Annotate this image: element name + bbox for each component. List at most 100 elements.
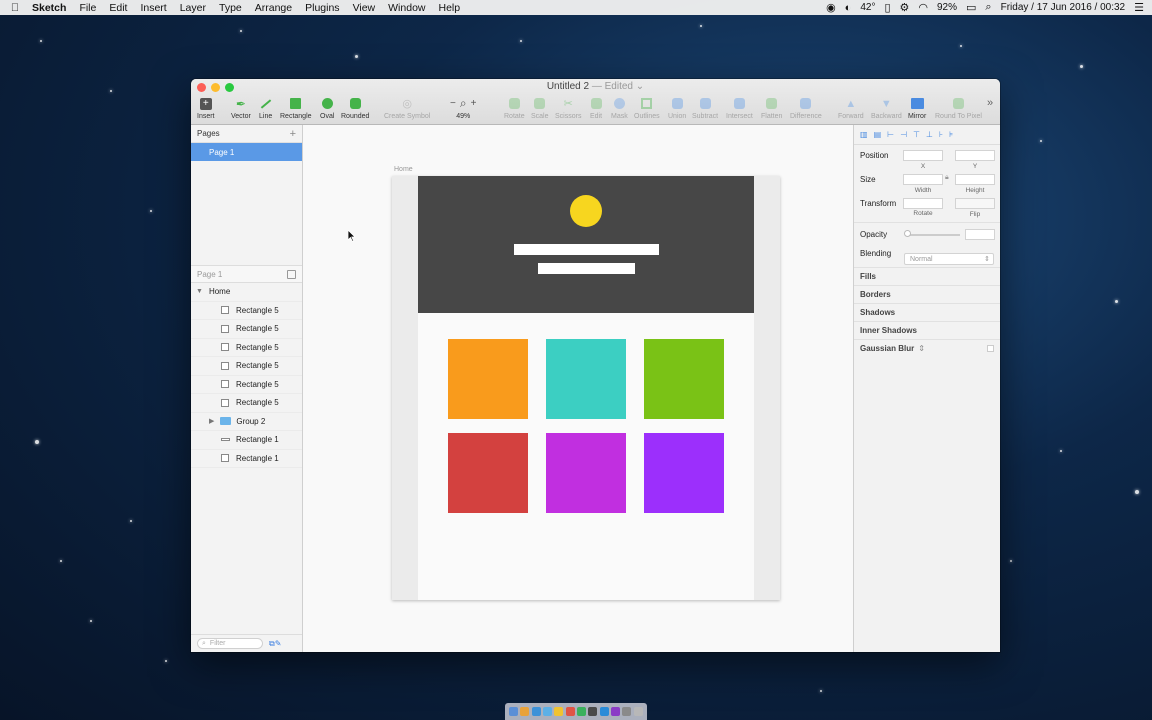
outlines-button[interactable]: Outlines	[634, 95, 660, 120]
settings-icon[interactable]	[622, 707, 632, 716]
edited-status[interactable]: — Edited ⌄	[592, 81, 644, 92]
gear-icon[interactable]: ⚙	[900, 1, 910, 14]
shadows-section[interactable]: Shadows	[854, 303, 1000, 321]
flip-buttons[interactable]	[955, 198, 995, 209]
align-left-icon[interactable]: ⊢	[887, 130, 894, 139]
wifi-icon[interactable]: ◠	[918, 1, 928, 14]
layer-artboard-home[interactable]: ▼ Home	[191, 283, 302, 302]
height-input[interactable]	[955, 174, 995, 185]
zoom-out-icon[interactable]: −	[450, 98, 456, 109]
scale-button[interactable]: Scale	[531, 95, 549, 120]
y-input[interactable]	[955, 150, 995, 161]
subtract-button[interactable]: Subtract	[692, 95, 718, 120]
align-middle-icon[interactable]: ⊦	[939, 130, 943, 139]
notification-center-icon[interactable]: ☰	[1134, 1, 1144, 14]
layer-row-group[interactable]: ▶ Group 2	[191, 413, 302, 431]
opacity-input[interactable]	[965, 229, 995, 240]
menu-view[interactable]: View	[353, 2, 376, 14]
mail-icon[interactable]	[543, 707, 553, 716]
backward-button[interactable]: ▼ Backward	[871, 95, 902, 121]
oval-button[interactable]: Oval	[320, 95, 334, 120]
fills-section[interactable]: Fills	[854, 267, 1000, 285]
canvas[interactable]: Home	[303, 125, 853, 652]
messages-icon[interactable]	[577, 707, 587, 716]
line-button[interactable]: Line	[259, 95, 272, 120]
menu-file[interactable]: File	[79, 2, 96, 14]
align-top-icon[interactable]: ⊥	[926, 130, 933, 139]
add-page-icon[interactable]: +	[290, 128, 296, 140]
zoom-in-icon[interactable]: +	[471, 98, 477, 109]
gaussian-blur-section[interactable]: Gaussian Blur ⇕	[854, 339, 1000, 357]
borders-section[interactable]: Borders	[854, 285, 1000, 303]
align-bottom-icon[interactable]: ⊧	[949, 130, 953, 139]
rectangle-button[interactable]: Rectangle	[280, 95, 312, 120]
menu-window[interactable]: Window	[388, 2, 425, 14]
layer-row[interactable]: Rectangle 5	[191, 302, 302, 320]
mirror-button[interactable]: Mirror	[908, 95, 926, 120]
layer-row[interactable]: Rectangle 5	[191, 376, 302, 394]
union-button[interactable]: Union	[668, 95, 686, 120]
menu-insert[interactable]: Insert	[140, 2, 166, 14]
layer-row[interactable]: Rectangle 1	[191, 431, 302, 450]
collapse-pages-icon[interactable]	[287, 269, 296, 279]
disclosure-closed-icon[interactable]: ▶	[209, 417, 214, 425]
notes-icon[interactable]	[554, 707, 564, 716]
vector-button[interactable]: ✒ Vector	[231, 95, 251, 121]
blending-select[interactable]: Normal ⇕	[904, 253, 994, 265]
subtitle-bar-shape[interactable]	[538, 263, 635, 274]
title-bar-shape[interactable]	[514, 244, 659, 255]
menu-type[interactable]: Type	[219, 2, 242, 14]
layers-header[interactable]: Page 1	[191, 265, 302, 283]
menu-help[interactable]: Help	[439, 2, 461, 14]
terminal-icon[interactable]	[588, 707, 598, 716]
calendar-icon[interactable]	[565, 707, 575, 716]
disclosure-open-icon[interactable]: ▼	[196, 288, 203, 295]
opacity-slider[interactable]	[906, 234, 960, 236]
menu-edit[interactable]: Edit	[109, 2, 127, 14]
safari-icon[interactable]	[531, 707, 541, 716]
tile-orange[interactable]	[448, 339, 528, 419]
battery-icon[interactable]: ▭	[966, 1, 976, 14]
filter-options-icon[interactable]: ⧉✎	[269, 639, 281, 649]
inner-shadows-section[interactable]: Inner Shadows	[854, 321, 1000, 339]
tile-magenta[interactable]	[546, 433, 626, 513]
chrome-icon[interactable]	[520, 707, 530, 716]
flatten-button[interactable]: Flatten	[761, 95, 782, 120]
phone-icon[interactable]: ▯	[884, 1, 890, 14]
layer-row[interactable]: Rectangle 1	[191, 450, 302, 468]
rotate-input[interactable]	[903, 198, 943, 209]
weather-temperature[interactable]: 42°	[860, 2, 875, 13]
layer-row[interactable]: Rectangle 5	[191, 394, 302, 413]
align-right-icon[interactable]: ⊤	[913, 130, 920, 139]
width-input[interactable]	[903, 174, 943, 185]
chevron-updown-icon[interactable]: ⇕	[918, 344, 925, 353]
layer-row[interactable]: Rectangle 5	[191, 339, 302, 357]
finder-icon[interactable]	[509, 707, 519, 716]
difference-button[interactable]: Difference	[790, 95, 822, 120]
menu-arrange[interactable]: Arrange	[255, 2, 292, 14]
edit-button[interactable]: Edit	[590, 95, 602, 120]
distribute-horizontal-icon[interactable]: ▥	[860, 130, 868, 139]
tile-teal[interactable]	[546, 339, 626, 419]
layer-row[interactable]: Rectangle 5	[191, 357, 302, 376]
tile-purple[interactable]	[644, 433, 724, 513]
insert-button[interactable]: + Insert	[197, 95, 215, 120]
battery-percent[interactable]: 92%	[937, 2, 957, 13]
hero-rectangle[interactable]	[418, 176, 754, 313]
toolbar-overflow-button[interactable]: »	[987, 97, 993, 109]
apple-icon[interactable]: 	[8, 2, 22, 14]
sketch-dock-icon[interactable]	[611, 707, 621, 716]
artboard-title[interactable]: Home	[394, 166, 413, 173]
menu-layer[interactable]: Layer	[180, 2, 206, 14]
align-center-icon[interactable]: ⊣	[900, 130, 907, 139]
night-mode-icon[interactable]: ◐	[845, 2, 852, 14]
spotlight-search-icon[interactable]: ⌕	[985, 1, 991, 14]
trash-icon[interactable]	[633, 707, 643, 716]
mask-button[interactable]: Mask	[611, 95, 628, 120]
oval-shape[interactable]	[570, 195, 602, 227]
layer-row[interactable]: Rectangle 5	[191, 320, 302, 339]
x-input[interactable]	[903, 150, 943, 161]
lock-icon[interactable]: 🔒︎	[945, 174, 949, 182]
forward-button[interactable]: ▲ Forward	[838, 95, 864, 121]
page-item-1[interactable]: Page 1	[191, 143, 302, 161]
